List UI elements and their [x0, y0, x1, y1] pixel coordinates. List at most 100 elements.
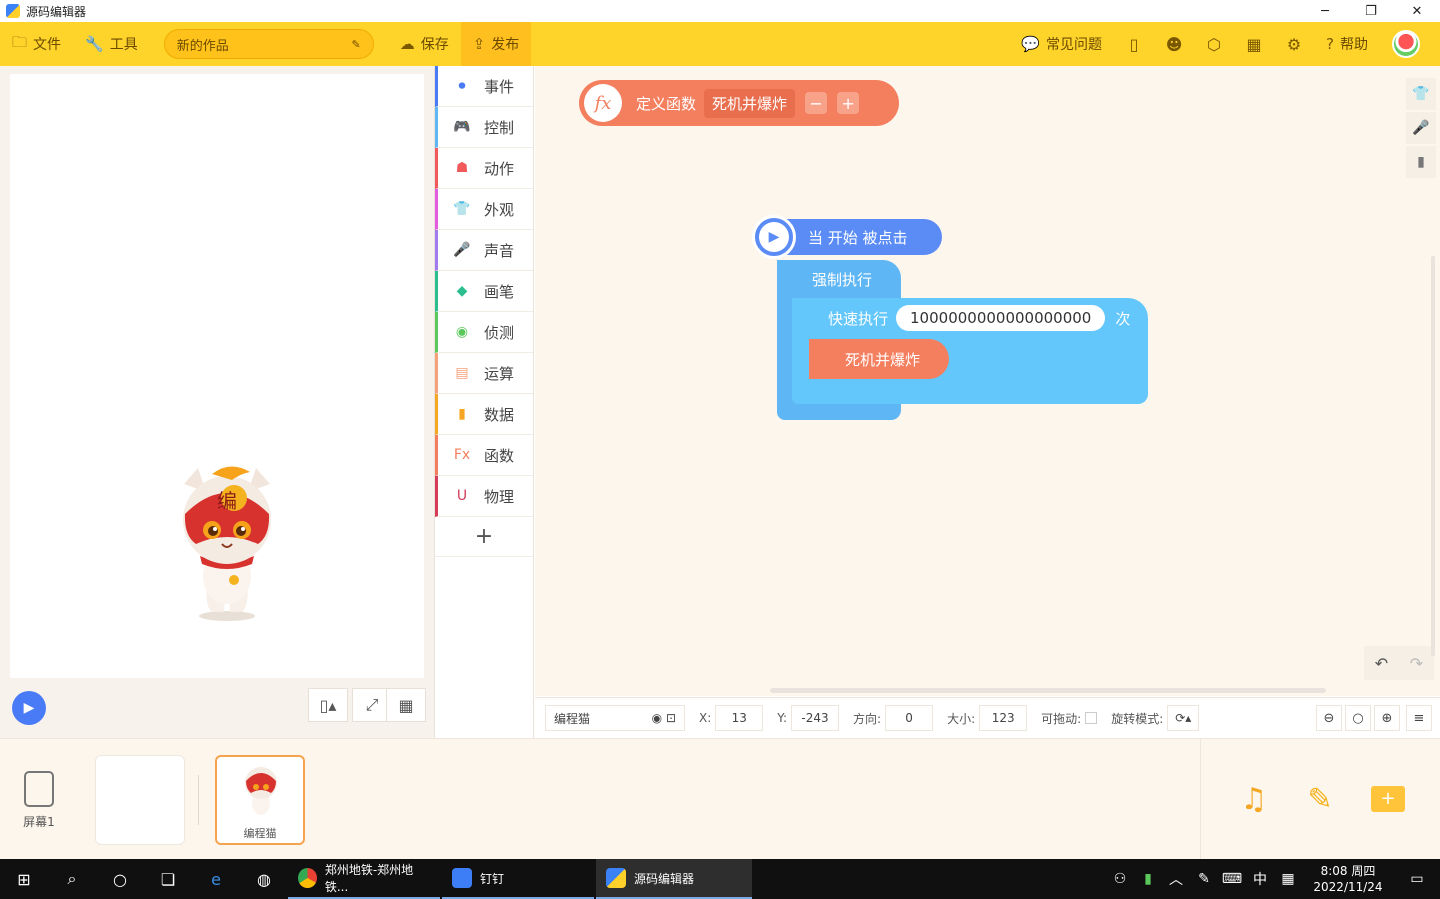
zoom-out-button[interactable]: ⊖ — [1316, 705, 1342, 731]
redo-icon[interactable]: ↷ — [1410, 654, 1423, 673]
add-category-button[interactable]: + — [435, 517, 533, 557]
draw-sprite-button[interactable]: ✎ — [1300, 779, 1340, 819]
call-function-block[interactable]: 死机并爆炸 — [809, 339, 949, 379]
sprite-name-field[interactable]: 编程猫 ◉ ⊡ — [545, 705, 685, 731]
category-looks[interactable]: 👕 外观 — [435, 189, 533, 230]
add-sound-button[interactable]: ♫ — [1234, 779, 1274, 819]
folder-icon: 🗀 — [12, 32, 28, 51]
battery-icon[interactable]: ▮ — [1134, 871, 1162, 887]
device-toggle-button[interactable]: ▯▴ — [308, 688, 348, 722]
cortana-icon[interactable]: ○ — [96, 859, 144, 899]
category-sensing[interactable]: ◉ 侦测 — [435, 312, 533, 353]
draggable-label: 可拖动: — [1041, 711, 1082, 726]
keyboard-icon[interactable]: ⌨ — [1218, 871, 1246, 887]
faq-button[interactable]: 💬 常见问题 — [1009, 22, 1114, 66]
screen-button[interactable]: 屏幕1 — [14, 771, 64, 830]
robot-icon[interactable]: ☻ — [1154, 22, 1194, 66]
category-sound[interactable]: 🎤 声音 — [435, 230, 533, 271]
svg-text:编: 编 — [217, 489, 237, 513]
forever-label: 强制执行 — [812, 270, 873, 289]
shirt-icon: 👕 — [1412, 86, 1430, 102]
pencil-icon: ✎ — [1307, 781, 1333, 817]
taskbar-app-chrome[interactable]: 郑州地铁-郑州地铁... — [288, 859, 440, 899]
zoom-in-button[interactable]: ⊕ — [1374, 705, 1400, 731]
pen-icon[interactable]: ✎ — [1190, 871, 1218, 887]
work-name-input[interactable]: 新的作品 ✎ — [163, 29, 374, 59]
category-pen[interactable]: ◆ 画笔 — [435, 271, 533, 312]
ime-mode-icon[interactable]: ▦ — [1274, 871, 1302, 887]
category-data[interactable]: ▮ 数据 — [435, 394, 533, 435]
start-label: 当 开始 被点击 — [808, 228, 908, 247]
remove-param-button[interactable]: − — [805, 92, 828, 114]
taskbar-app-label: 郑州地铁-郑州地铁... — [324, 863, 414, 894]
save-button[interactable]: ☁ 保存 — [388, 22, 461, 66]
sprite-card[interactable]: 编程猫 — [215, 755, 305, 845]
grid-toggle-button[interactable]: ▦ — [386, 688, 426, 722]
category-physics[interactable]: U 物理 — [435, 476, 533, 517]
rotation-mode-select[interactable]: ⟳▴ — [1167, 705, 1200, 731]
sprite-properties-bar: 编程猫 ◉ ⊡ X: 13 Y: -243 方向: 0 大小: 123 可拖动:… — [535, 697, 1440, 738]
run-button[interactable]: ▶ — [12, 691, 46, 725]
data-tab-button[interactable]: ▮ — [1406, 146, 1436, 178]
category-events[interactable]: ⏺ 事件 — [435, 66, 533, 107]
add-sprite-folder-button[interactable]: + — [1368, 779, 1408, 819]
people-icon[interactable]: ⚇ — [1106, 871, 1134, 887]
undo-icon[interactable]: ↶ — [1375, 654, 1388, 673]
help-button[interactable]: ? 帮助 — [1314, 22, 1380, 66]
tools-menu-button[interactable]: 🔧 工具 — [73, 22, 150, 66]
draggable-checkbox[interactable] — [1085, 712, 1098, 724]
ime-indicator[interactable]: 中 — [1246, 869, 1274, 889]
device-icon[interactable]: ▯ — [1114, 22, 1154, 66]
ie-icon[interactable]: e — [192, 859, 240, 899]
chevron-up-icon[interactable]: ︿ — [1162, 869, 1190, 889]
bar-chart-icon: ▮ — [458, 406, 466, 422]
horizontal-scrollbar[interactable] — [770, 688, 1326, 693]
when-start-clicked-block[interactable]: ▶ 当 开始 被点击 — [752, 215, 942, 259]
menu-button[interactable]: ≡ — [1406, 705, 1432, 731]
function-name-field[interactable]: 死机并爆炸 — [704, 88, 796, 118]
search-icon[interactable]: ⌕ — [48, 859, 96, 899]
direction-input[interactable]: 0 — [885, 705, 934, 731]
app-globe-icon[interactable]: ◍ — [240, 859, 288, 899]
vertical-scrollbar[interactable] — [1431, 256, 1435, 656]
notification-icon[interactable]: ▭ — [1394, 871, 1440, 887]
background-card[interactable] — [95, 755, 185, 845]
taskbar-app-label: 钉钉 — [480, 871, 505, 886]
category-control[interactable]: 🎮 控制 — [435, 107, 533, 148]
sound-tab-button[interactable]: 🎤 — [1406, 112, 1436, 144]
zoom-reset-button[interactable]: ○ — [1345, 705, 1371, 731]
cat-sprite[interactable]: 编 — [172, 464, 282, 624]
eye-icon[interactable]: ◉ ⊡ — [652, 711, 676, 725]
windows-start-icon[interactable]: ⊞ — [0, 859, 48, 899]
taskbar-app-dingtalk[interactable]: 钉钉 — [442, 859, 594, 899]
gamepad-icon: 🎮 — [453, 119, 471, 135]
x-input[interactable]: 13 — [715, 705, 764, 731]
category-motion[interactable]: ☗ 动作 — [435, 148, 533, 189]
category-functions[interactable]: Fx 函数 — [435, 435, 533, 476]
costume-tab-button[interactable]: 👕 — [1406, 78, 1436, 110]
task-view-icon[interactable]: ❏ — [144, 859, 192, 899]
publish-button[interactable]: ⇪ 发布 — [460, 22, 532, 66]
define-function-block[interactable]: fx 定义函数 死机并爆炸 − + — [579, 80, 899, 126]
ghost-icon: ☗ — [455, 160, 469, 176]
close-button[interactable]: ✕ — [1394, 0, 1440, 22]
restore-button[interactable]: ❐ — [1348, 0, 1394, 22]
hexagon-icon[interactable]: ⬡ — [1194, 22, 1234, 66]
stage-canvas[interactable]: 编 — [10, 74, 424, 678]
microphone-icon: 🎤 — [453, 242, 471, 258]
calendar-icon[interactable]: ▦ — [1234, 22, 1274, 66]
toggle-icon: ⏺ — [458, 78, 466, 94]
repeat-count-input[interactable]: 1000000000000000000 — [896, 305, 1106, 331]
size-input[interactable]: 123 — [979, 705, 1028, 731]
avatar[interactable] — [1392, 30, 1420, 58]
minimize-button[interactable]: ─ — [1302, 0, 1348, 22]
taskbar-app-editor[interactable]: 源码编辑器 — [596, 859, 752, 899]
gear-icon[interactable]: ⚙ — [1274, 22, 1314, 66]
code-workspace[interactable]: fx 定义函数 死机并爆炸 − + 强制执行 快速执行 100000000000… — [535, 66, 1440, 696]
file-menu-button[interactable]: 🗀 文件 — [0, 22, 73, 66]
category-operators[interactable]: ▤ 运算 — [435, 353, 533, 394]
plus-icon: + — [474, 524, 494, 549]
clock[interactable]: 8:08 周四 2022/11/24 — [1302, 863, 1394, 895]
y-input[interactable]: -243 — [791, 705, 840, 731]
add-param-button[interactable]: + — [837, 92, 860, 114]
